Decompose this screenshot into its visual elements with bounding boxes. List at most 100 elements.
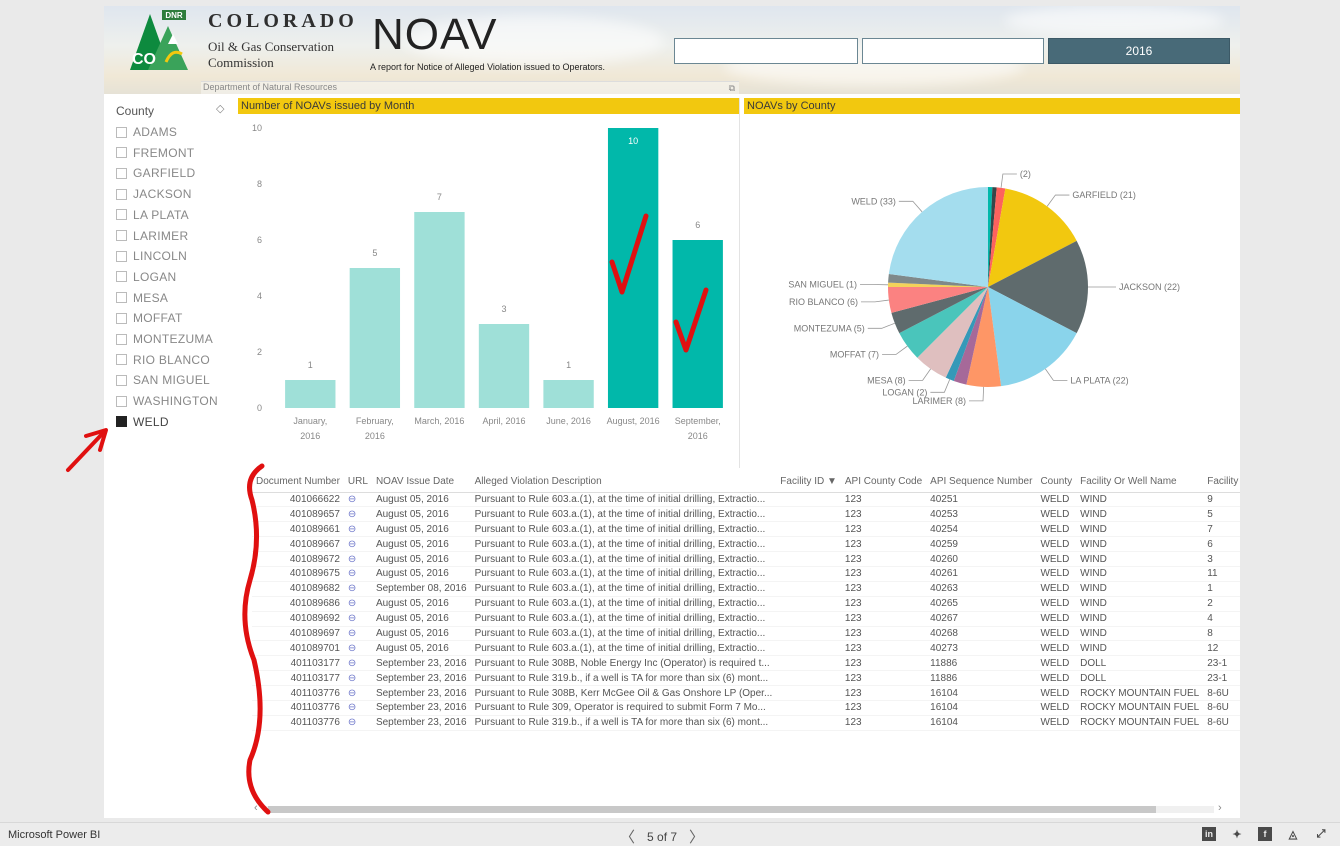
twitter-icon[interactable]: ✦ [1230,827,1244,841]
link-icon[interactable]: ⊖ [348,658,356,669]
col-url[interactable]: URL [343,472,372,493]
county-checkbox[interactable] [116,395,127,407]
pie-slice[interactable] [888,187,988,287]
county-checkbox[interactable] [116,271,127,283]
county-checkbox[interactable] [116,374,127,386]
bar[interactable] [672,240,723,408]
county-option[interactable]: LARIMER [116,226,188,246]
county-checkbox[interactable] [116,188,127,200]
link-icon[interactable]: ⊖ [348,509,356,520]
powerbi-brand[interactable]: Microsoft Power BI [8,829,100,841]
table-row[interactable]: 401103776 ⊖ September 23, 2016 Pursuant to … [252,715,1240,731]
table-row[interactable]: 401089675 ⊖ August 05, 2016 Pursuant to Rul… [252,566,1240,582]
link-icon[interactable]: ⊖ [348,702,356,713]
table-row[interactable]: 401089686 ⊖ August 05, 2016 Pursuant to Rul… [252,596,1240,612]
county-option[interactable]: LOGAN [116,267,177,287]
table-row[interactable]: 401089697 ⊖ August 05, 2016 Pursuant to Rul… [252,626,1240,642]
county-checkbox[interactable] [116,333,127,345]
noav-table[interactable]: Document Number URL NOAV Issue Date Alle… [252,472,1240,812]
link-icon[interactable]: ⊖ [348,613,356,624]
linkedin-icon[interactable]: in [1202,827,1216,841]
table-row[interactable]: 401089667 ⊖ August 05, 2016 Pursuant to Rul… [252,536,1240,553]
table-row[interactable]: 401103776 ⊖ September 23, 2016 Pursuant to … [252,685,1240,701]
county-checkbox[interactable] [116,354,127,366]
county-option[interactable]: GARFIELD [116,163,195,183]
county-option[interactable]: FREMONT [116,143,194,163]
bar[interactable] [414,212,465,408]
filter-box-1[interactable] [674,38,858,64]
col-county[interactable]: County [1036,472,1077,493]
cell-url[interactable]: ⊖ [343,640,372,657]
county-option[interactable]: JACKSON [116,184,192,204]
county-option[interactable]: RIO BLANCO [116,350,210,370]
table-row[interactable]: 401103177 ⊖ September 23, 2016 Pursuant to … [252,670,1240,687]
bar-chart-visual[interactable]: Number of NOAVs issued by Month 0 2 4 6 8 10 1… [238,98,740,468]
filter-box-2[interactable] [862,38,1044,64]
county-checkbox[interactable] [116,209,127,221]
link-icon[interactable]: ⊖ [348,539,356,550]
table-horizontal-scrollbar[interactable]: ‹ › [252,802,1232,816]
link-icon[interactable]: ⊖ [348,554,356,565]
bar[interactable] [285,380,336,408]
county-option[interactable]: WELD [116,412,169,432]
cell-url[interactable]: ⊖ [343,492,372,508]
eraser-icon[interactable]: ◇ [216,102,224,115]
cell-url[interactable]: ⊖ [343,685,372,701]
cell-url[interactable]: ⊖ [343,611,372,627]
col-document-number[interactable]: Document Number [252,472,344,493]
cell-url[interactable]: ⊖ [343,521,372,538]
col-facility-id[interactable]: Facility ID ▼ [776,472,841,493]
col-noav-issue-date[interactable]: NOAV Issue Date [371,472,471,493]
county-option[interactable]: MOFFAT [116,308,183,328]
col-facility-or-well-name[interactable]: Facility Or Well Name [1076,472,1204,493]
cell-url[interactable]: ⊖ [343,581,372,597]
link-icon[interactable]: ⊖ [348,583,356,594]
col-api-county-code[interactable]: API County Code [840,472,927,493]
table-row[interactable]: 401089701 ⊖ August 05, 2016 Pursuant to Rul… [252,640,1240,657]
fullscreen-icon[interactable]: ⤢ [1314,827,1328,841]
cell-url[interactable]: ⊖ [343,551,372,567]
bar[interactable] [478,324,530,408]
cell-url[interactable]: ⊖ [343,670,372,687]
link-icon[interactable]: ⊖ [348,673,356,684]
scroll-left-arrow-icon[interactable]: ‹ [254,802,258,814]
pie-chart-visual[interactable]: NOAVs by County (2) GARFIELD (21) JACKSON … [744,98,1240,462]
col-api-sequence-number[interactable]: API Sequence Number [926,472,1037,493]
table-row[interactable]: 401089682 ⊖ September 08, 2016 Pursuant to … [252,581,1240,597]
scroll-right-arrow-icon[interactable]: › [1218,802,1222,814]
link-icon[interactable]: ⊖ [348,717,356,728]
cell-url[interactable]: ⊖ [343,655,372,672]
table-row[interactable]: 401103177 ⊖ September 23, 2016 Pursuant to … [252,655,1240,672]
cell-url[interactable]: ⊖ [343,715,372,731]
table-row[interactable]: 401089661 ⊖ August 05, 2016 Pursuant to Rul… [252,521,1240,538]
table-row[interactable]: 401089692 ⊖ August 05, 2016 Pursuant to Rul… [252,611,1240,627]
county-checkbox[interactable] [116,126,127,138]
col-facility-or-well-number[interactable]: Facility Or [1203,472,1240,493]
year-filter-button[interactable]: 2016 [1048,38,1230,64]
link-icon[interactable]: ⊖ [348,643,356,654]
link-icon[interactable]: ⊖ [348,598,356,609]
cell-url[interactable]: ⊖ [343,596,372,612]
link-icon[interactable]: ⊖ [348,628,356,639]
prev-page-icon[interactable]: 〈 [620,826,635,846]
county-option[interactable]: LA PLATA [116,205,189,225]
county-option[interactable]: WASHINGTON [116,391,218,411]
county-option[interactable]: SAN MIGUEL [116,370,210,390]
next-page-icon[interactable]: 〉 [689,826,704,846]
county-checkbox[interactable] [116,416,127,428]
county-checkbox[interactable] [116,230,127,241]
county-option[interactable]: ADAMS [116,122,177,142]
cell-url[interactable]: ⊖ [343,536,372,553]
county-checkbox[interactable] [116,167,127,179]
link-icon[interactable]: ⊖ [348,494,356,505]
sort-descending-icon[interactable]: ▼ [827,476,837,487]
facebook-icon[interactable]: f [1258,827,1272,841]
table-row[interactable]: 401066622 ⊖ August 05, 2016 Pursuant to Rul… [252,492,1240,508]
county-checkbox[interactable] [116,250,127,262]
bar[interactable] [543,380,594,408]
county-checkbox[interactable] [116,292,127,304]
table-row[interactable]: 401103776 ⊖ September 23, 2016 Pursuant to … [252,700,1240,716]
bar[interactable] [349,268,401,408]
scroll-thumb[interactable] [268,806,1156,813]
table-row[interactable]: 401089657 ⊖ August 05, 2016 Pursuant to Rul… [252,506,1240,523]
